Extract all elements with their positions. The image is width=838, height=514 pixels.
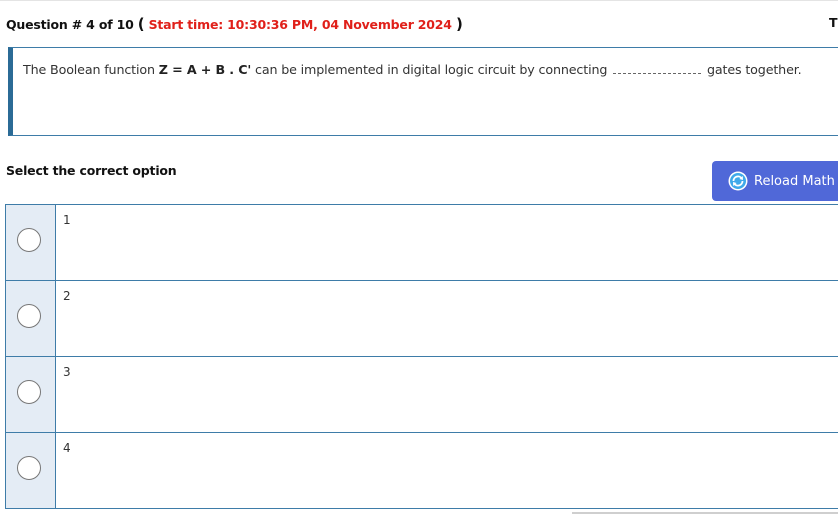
question-box: The Boolean function Z = A + B . C' can …	[8, 47, 838, 136]
option-1-radio[interactable]	[17, 228, 41, 252]
reload-icon	[728, 171, 748, 191]
option-2-radio[interactable]	[17, 304, 41, 328]
header-right-text: T	[829, 15, 838, 30]
option-row-4[interactable]: 4	[5, 432, 838, 509]
radio-cell	[6, 205, 56, 280]
option-2-text: 2	[63, 289, 71, 303]
question-text: The Boolean function Z = A + B . C' can …	[23, 62, 802, 77]
radio-cell	[6, 433, 56, 508]
start-time: Start time: 10:30:36 PM, 04 November 202…	[148, 17, 452, 32]
answer-blank	[613, 63, 702, 74]
boolean-formula: Z = A + B . C'	[158, 62, 252, 77]
reload-math-label: Reload Math	[754, 173, 835, 189]
select-option-label: Select the correct option	[6, 163, 177, 178]
option-4-text: 4	[63, 441, 71, 455]
option-row-1[interactable]: 1	[5, 204, 838, 280]
option-1-text: 1	[63, 213, 71, 227]
options-list: 1 2 3 4	[5, 204, 838, 509]
close-paren: )	[455, 15, 463, 33]
reload-math-button[interactable]: Reload Math	[712, 161, 838, 201]
option-3-radio[interactable]	[17, 380, 41, 404]
radio-cell	[6, 357, 56, 432]
open-paren: (	[137, 15, 145, 33]
question-header: Question # 4 of 10 ( Start time: 10:30:3…	[6, 15, 463, 33]
option-4-radio[interactable]	[17, 456, 41, 480]
question-number: Question # 4 of 10	[6, 17, 134, 32]
option-row-3[interactable]: 3	[5, 356, 838, 432]
option-row-2[interactable]: 2	[5, 280, 838, 356]
top-divider	[0, 0, 838, 1]
radio-cell	[6, 281, 56, 356]
option-3-text: 3	[63, 365, 71, 379]
